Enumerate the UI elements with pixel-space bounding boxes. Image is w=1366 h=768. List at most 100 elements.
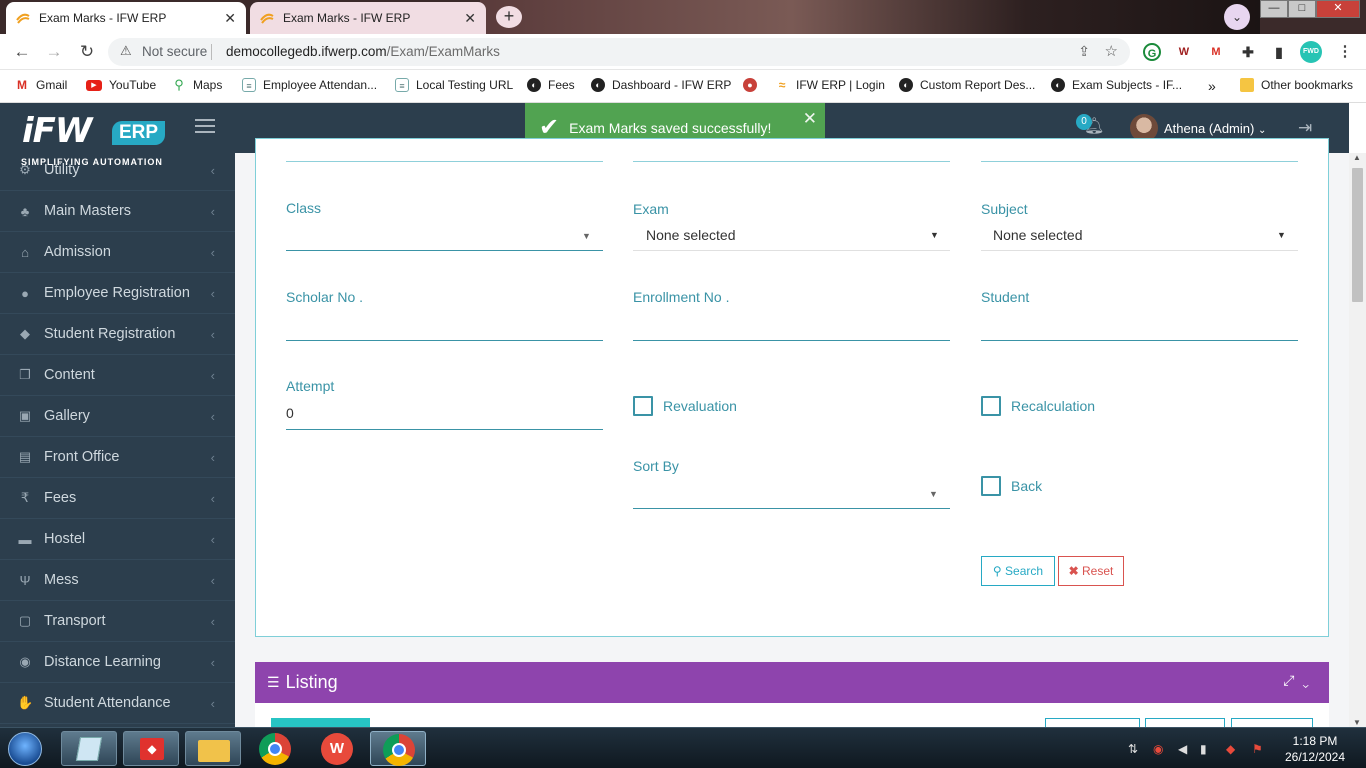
bookmark-gmail[interactable]: M Gmail <box>15 78 67 92</box>
browser-tab-strip: Exam Marks - IFW ERP ✕ Exam Marks - IFW … <box>0 0 1366 34</box>
sidebar-item-transport[interactable]: ▢ Transport ‹ <box>0 601 235 642</box>
globe-icon: ◐ <box>1051 78 1065 92</box>
flag-icon[interactable]: ⚑ <box>1252 742 1263 756</box>
back-icon[interactable]: ← <box>11 41 33 63</box>
maximize-button[interactable]: □ <box>1288 0 1316 18</box>
class-select[interactable] <box>286 228 603 250</box>
anydesk-tray-icon[interactable]: ◆ <box>1226 742 1235 756</box>
gmail-extension-icon[interactable]: M <box>1207 43 1225 61</box>
dropdown-caret-icon: ▼ <box>1277 230 1286 240</box>
search-button[interactable]: ⚲ Search <box>981 556 1055 586</box>
reset-button[interactable]: ✖ Reset <box>1058 556 1124 586</box>
bookmark-local-testing[interactable]: ≡ Local Testing URL <box>395 78 513 92</box>
subject-select[interactable]: None selected <box>993 227 1293 243</box>
bookmark-maps[interactable]: ⚲ Maps <box>172 78 222 93</box>
taskbar-app-anydesk[interactable]: ◆ <box>123 731 179 766</box>
recalculation-checkbox[interactable] <box>981 396 1001 416</box>
scroll-down-icon[interactable]: ▼ <box>1353 718 1361 727</box>
scroll-up-icon[interactable]: ▲ <box>1353 153 1361 162</box>
student-input[interactable] <box>981 312 1298 340</box>
profile-icon[interactable]: FWD <box>1300 41 1322 63</box>
grammarly-extension-icon[interactable]: G <box>1143 43 1161 61</box>
sidebar-item-label: Transport <box>44 613 106 629</box>
bookmark-exam-subjects[interactable]: ◐ Exam Subjects - IF... <box>1051 78 1182 92</box>
hamburger-menu-icon[interactable] <box>195 119 215 135</box>
sidebar-item-fees[interactable]: ₹ Fees ‹ <box>0 478 235 519</box>
tab-close-icon[interactable]: ✕ <box>224 10 236 27</box>
sidebar-item-admission[interactable]: ⌂ Admission ‹ <box>0 232 235 273</box>
window-close-button[interactable]: ✕ <box>1316 0 1360 18</box>
back-checkbox[interactable] <box>981 476 1001 496</box>
start-button[interactable] <box>8 732 42 766</box>
sidebar-item-front-office[interactable]: ▤ Front Office ‹ <box>0 437 235 478</box>
exam-select[interactable]: None selected <box>646 227 946 243</box>
bookmark-custom-report[interactable]: ◐ Custom Report Des... <box>899 78 1035 92</box>
antivirus-icon[interactable]: ◉ <box>1153 742 1163 756</box>
graduation-cap-icon: ◆ <box>20 326 30 341</box>
bookmark-employee-attendance[interactable]: ≡ Employee Attendan... <box>242 78 377 92</box>
bookmark-youtube[interactable]: ▶ YouTube <box>86 78 156 92</box>
logout-icon[interactable]: ⇥ <box>1298 118 1312 138</box>
taskbar-app-chrome-active[interactable] <box>370 731 426 766</box>
volume-icon[interactable]: ◀ <box>1178 742 1187 756</box>
sidebar-item-hostel[interactable]: ▬ Hostel ‹ <box>0 519 235 560</box>
taskbar-app-explorer[interactable] <box>185 731 241 766</box>
browser-tab[interactable]: Exam Marks - IFW ERP ✕ <box>250 2 486 34</box>
bookmarks-bar: M Gmail ▶ YouTube ⚲ Maps ≡ Employee Attendan… <box>0 70 1366 103</box>
sidebar-item-label: Gallery <box>44 408 90 424</box>
revaluation-checkbox[interactable] <box>633 396 653 416</box>
close-icon: ✖ <box>1068 564 1079 578</box>
scholar-no-input[interactable] <box>286 312 603 340</box>
browser-menu-icon[interactable]: ⋮ <box>1336 43 1354 61</box>
tab-close-icon[interactable]: ✕ <box>464 10 476 27</box>
bookmark-fees[interactable]: ◐ Fees <box>527 78 575 92</box>
bookmark-label: IFW ERP | Login <box>796 78 885 92</box>
extensions-puzzle-icon[interactable]: ✚ <box>1239 43 1257 61</box>
field-underline <box>633 250 950 251</box>
taskbar-app-notes[interactable] <box>61 731 117 766</box>
url-host: democollegedb.ifwerp.com <box>226 44 387 59</box>
sort-by-select[interactable] <box>633 484 950 508</box>
sidebar-item-distance-learning[interactable]: ◉ Distance Learning ‹ <box>0 642 235 683</box>
bookmark-red-circle[interactable]: ● <box>743 78 764 92</box>
expand-icon[interactable]: ⤢ <box>1283 672 1302 688</box>
toast-close-icon[interactable]: ✕ <box>803 109 817 129</box>
page-scrollbar[interactable]: ▲ ▼ <box>1349 153 1366 727</box>
sidebar-item-student-attendance[interactable]: ✋ Student Attendance ‹ <box>0 683 235 724</box>
share-icon[interactable]: ⇪ <box>1078 43 1090 60</box>
extension-icon[interactable]: W <box>1175 43 1193 61</box>
signal-icon[interactable]: ▮ <box>1200 742 1207 756</box>
taskbar-clock[interactable]: 1:18 PM 26/12/2024 <box>1282 733 1348 765</box>
url-text[interactable]: democollegedb.ifwerp.com/Exam/ExamMarks <box>226 44 500 59</box>
sidebar-item-label: Fees <box>44 490 77 506</box>
bookmarks-overflow-button[interactable]: » <box>1208 78 1216 94</box>
enrollment-no-input[interactable] <box>633 312 950 340</box>
bookmark-star-icon[interactable]: ☆ <box>1105 42 1118 60</box>
sidebar-item-content[interactable]: ❐ Content ‹ <box>0 355 235 396</box>
sidebar-item-employee-registration[interactable]: ● Employee Registration ‹ <box>0 273 235 314</box>
bookmark-dashboard[interactable]: ◐ Dashboard - IFW ERP <box>591 78 731 92</box>
browser-tab-active[interactable]: Exam Marks - IFW ERP ✕ <box>6 2 246 34</box>
side-panel-icon[interactable]: ▮ <box>1270 43 1288 61</box>
minimize-button[interactable]: — <box>1260 0 1288 18</box>
collapse-chevron-icon[interactable]: ⌄ <box>1302 672 1317 688</box>
bookmark-ifw-login[interactable]: ≈ IFW ERP | Login <box>775 78 885 92</box>
ifw-erp-logo[interactable]: iFW ERP <box>18 109 168 155</box>
new-tab-button[interactable]: + <box>496 6 522 28</box>
user-menu[interactable]: Athena (Admin) ⌄ <box>1164 121 1266 136</box>
url-bar[interactable]: ⚠ Not secure democollegedb.ifwerp.com/Ex… <box>108 38 1130 66</box>
sidebar-item-main-masters[interactable]: ♣ Main Masters ‹ <box>0 191 235 232</box>
network-device-icon[interactable]: ⇅ <box>1128 742 1138 756</box>
tab-search-icon[interactable]: ⌄ <box>1224 4 1250 30</box>
taskbar-app-wps[interactable]: W <box>309 731 365 766</box>
chevron-left-icon: ‹ <box>210 449 215 465</box>
sidebar-item-gallery[interactable]: ▣ Gallery ‹ <box>0 396 235 437</box>
taskbar-app-chrome[interactable] <box>247 731 303 766</box>
forward-icon[interactable]: → <box>43 41 65 63</box>
reload-icon[interactable]: ↻ <box>76 41 98 63</box>
sidebar-item-student-registration[interactable]: ◆ Student Registration ‹ <box>0 314 235 355</box>
scrollbar-thumb[interactable] <box>1352 168 1363 302</box>
sidebar-item-mess[interactable]: Ψ Mess ‹ <box>0 560 235 601</box>
other-bookmarks[interactable]: Other bookmarks <box>1240 78 1353 92</box>
attempt-input[interactable]: 0 <box>286 405 603 421</box>
